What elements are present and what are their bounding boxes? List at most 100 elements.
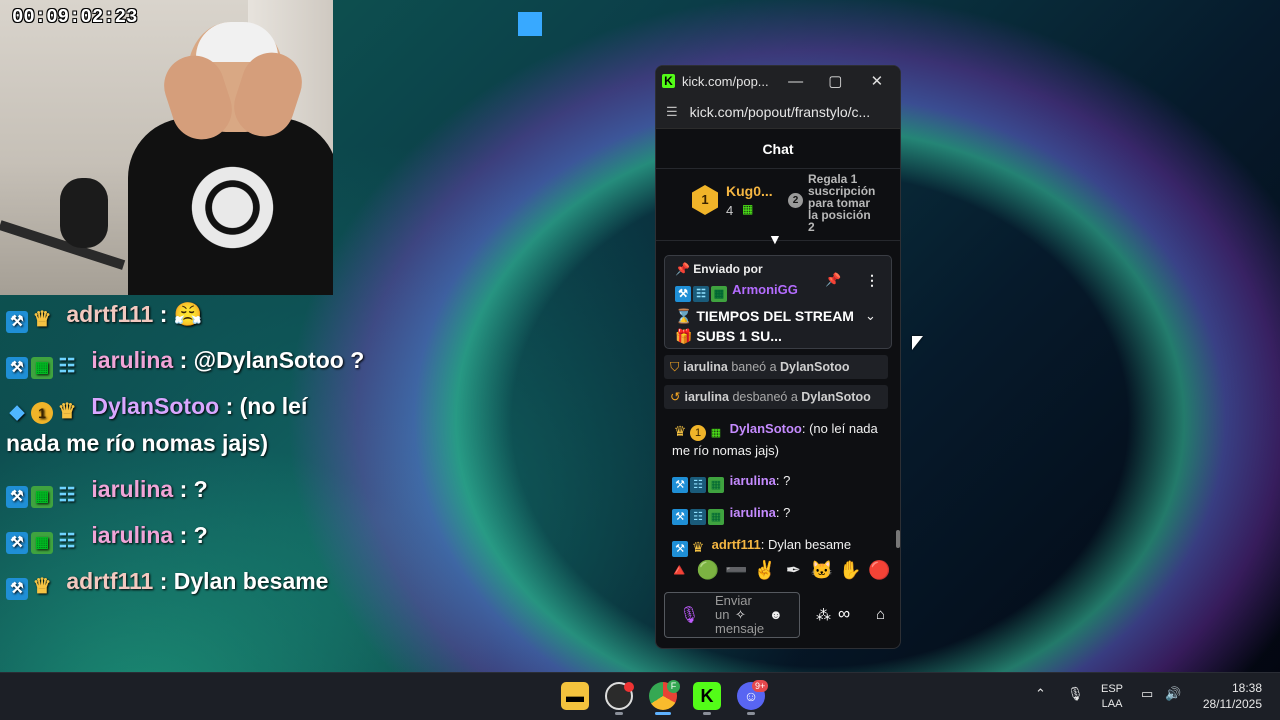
emote-icon[interactable]: ✌	[754, 560, 776, 586]
leader-name[interactable]: Kug0...	[726, 183, 773, 199]
chat-message: ⚒ ☷ ▦ iarulina: ?	[672, 503, 888, 525]
emote-icon[interactable]: ➖	[725, 560, 747, 586]
pinned-by-label: 📌 Enviado por	[675, 262, 881, 276]
network-icon[interactable]: ▭	[1141, 686, 1153, 702]
emote-icon[interactable]: ✒	[782, 560, 804, 586]
overlay-chat: ⚒ ♛ adrtf111 : 😤 ⚒ ▦ ☷ iarulina : @DylanSot…	[6, 296, 446, 609]
creeper-badge-icon: ▦	[31, 532, 53, 554]
overlay-username: adrtf111	[66, 301, 154, 327]
emote-icon[interactable]: 🟢	[697, 560, 719, 586]
address-bar[interactable]: ☰ kick.com/popout/franstylo/c...	[656, 96, 900, 129]
expand-chevron-icon[interactable]: ⌄	[865, 308, 876, 324]
language-indicator[interactable]: ESP LAA	[1101, 682, 1123, 712]
moderator-badge-icon: ⚒	[6, 532, 28, 554]
emote-picker-icon[interactable]: ✧	[735, 607, 746, 623]
gift-badge-icon: ▦	[710, 427, 722, 439]
system-clock[interactable]: 18:38 28/11/2025	[1192, 680, 1262, 712]
emote-icon[interactable]: 🔴	[868, 560, 890, 586]
emote-icon[interactable]: 🐱	[811, 560, 833, 586]
chrome-profile-badge: F	[667, 680, 680, 693]
windows-start-icon[interactable]	[516, 10, 544, 38]
creeper-badge-icon: ▦	[31, 357, 53, 379]
pinned-author[interactable]: ArmoniGG	[732, 282, 798, 297]
maximize-button[interactable]: ▢	[817, 72, 854, 90]
kick-app-icon[interactable]: K	[693, 682, 721, 710]
clock-date: 28/11/2025	[1202, 697, 1262, 711]
mod-target[interactable]: DylanSotoo	[780, 360, 849, 374]
overlay-chat-line: ⚒ ♛ adrtf111 : Dylan besame	[6, 563, 446, 600]
shirt-print	[185, 160, 280, 255]
moderator-badge-icon: ⚒	[6, 578, 28, 600]
gift-leaderboard: 1 Kug0... 4 ▦ 2 Regala 1 suscripción par…	[656, 169, 900, 247]
show-hidden-icons-icon[interactable]: ⌃	[1035, 686, 1046, 702]
gold-medal-icon: 1	[692, 185, 718, 215]
emote-icon[interactable]: ✋	[839, 560, 861, 586]
chat-username[interactable]: iarulina	[730, 473, 776, 488]
pinned-by-text: Enviado por	[693, 262, 763, 276]
moderator-badge-icon: ⚒	[6, 357, 28, 379]
moderator-badge-icon: ⚒	[6, 311, 28, 333]
overlay-message: : ?	[179, 476, 208, 502]
chat-username[interactable]: adrtf111	[712, 537, 761, 552]
emote-icon[interactable]: 🔺	[668, 560, 690, 586]
volume-icon[interactable]: 🔊	[1165, 686, 1181, 702]
infinity-icon[interactable]: ∞	[838, 604, 850, 624]
chat-messages: ♛ 1 ▦ DylanSotoo: (no leí nada me río noma…	[656, 409, 900, 557]
mod-actor[interactable]: iarulina	[683, 360, 727, 374]
store-icon[interactable]: ⌂	[876, 606, 885, 623]
rank-one-badge-icon: 1	[690, 425, 706, 441]
windows-taskbar	[0, 672, 1280, 720]
unpin-button[interactable]: 📌	[825, 272, 841, 288]
emote-bar: 🔺 🟢 ➖ ✌ ✒ 🐱 ✋ 🔴	[668, 560, 890, 586]
overlay-message: : 😤	[159, 301, 203, 327]
crown-badge-icon: ♛	[691, 539, 705, 555]
crown-badge-icon: ♛	[32, 575, 52, 598]
chrome-active-indicator	[655, 712, 671, 715]
collapse-leaderboard-icon[interactable]: ▼	[768, 231, 782, 247]
overlay-message: : (no leí	[225, 393, 308, 419]
chat-username[interactable]: DylanSotoo	[730, 421, 802, 436]
chat-header: Chat	[656, 129, 900, 169]
ban-shield-icon: ⛉	[670, 360, 680, 374]
microphone-icon[interactable]: 🎙	[679, 605, 699, 625]
mod-target[interactable]: DylanSotoo	[801, 390, 870, 404]
overlay-username: iarulina	[91, 476, 174, 502]
site-settings-icon[interactable]: ☰	[666, 104, 678, 120]
overlay-chat-line-continuation: nada me río nomas jajs)	[6, 425, 446, 462]
window-titlebar[interactable]: K kick.com/pop... — ▢ ✕	[656, 66, 900, 96]
overlay-chat-line: ⚒ ▦ ☷ iarulina : ?	[6, 471, 446, 508]
mod-actor[interactable]: iarulina	[684, 390, 728, 404]
rank-two-text: Regala 1 suscripción para tomar la posic…	[808, 172, 876, 234]
mouse-cursor-icon	[912, 336, 923, 350]
leader-gift-count: 4	[726, 203, 734, 218]
close-button[interactable]: ✕	[854, 72, 900, 90]
file-explorer-icon[interactable]: ▬	[561, 682, 589, 710]
url-text[interactable]: kick.com/popout/franstylo/c...	[690, 104, 880, 120]
cube-badge-icon: ◆	[9, 402, 25, 423]
chat-message: ⚒ ♛ adrtf111: Dylan besame	[672, 535, 888, 557]
emoji-icon[interactable]: ☻	[769, 607, 783, 622]
chat-username[interactable]: iarulina	[730, 505, 776, 520]
chat-scrollbar[interactable]	[896, 530, 900, 548]
obs-running-indicator	[615, 712, 623, 715]
microphone-tray-icon[interactable]: 🎙	[1067, 686, 1084, 702]
subscriber-badge-icon: ☷	[58, 356, 76, 377]
overlay-message: : @DylanSotoo ?	[179, 347, 365, 373]
crown-badge-icon: ♛	[57, 400, 77, 423]
overlay-message: nada me río nomas jajs)	[6, 430, 269, 456]
chat-text: ?	[783, 473, 791, 488]
minimize-button[interactable]: —	[774, 73, 817, 90]
unban-icon: ↺	[670, 390, 681, 404]
points-icon[interactable]: ⁂	[816, 606, 831, 624]
kick-chat-popout-window: K kick.com/pop... — ▢ ✕ ☰ kick.com/popou…	[655, 65, 901, 649]
rank-two-icon: 2	[788, 193, 803, 208]
more-options-icon[interactable]: ⋮	[865, 272, 879, 289]
discord-notification-badge: 9+	[752, 680, 769, 692]
rank-one-badge-icon: 1	[31, 402, 53, 424]
kick-running-indicator	[703, 712, 711, 715]
overlay-chat-line: ◆ 1 ♛ DylanSotoo : (no leí	[6, 388, 446, 425]
chat-input[interactable]: 🎙 Enviar un mensaje ✧ ☻	[664, 592, 800, 638]
subscriber-badge-icon: ☷	[690, 509, 706, 525]
gift-icon: ▦	[742, 202, 754, 216]
overlay-username: DylanSotoo	[91, 393, 220, 419]
